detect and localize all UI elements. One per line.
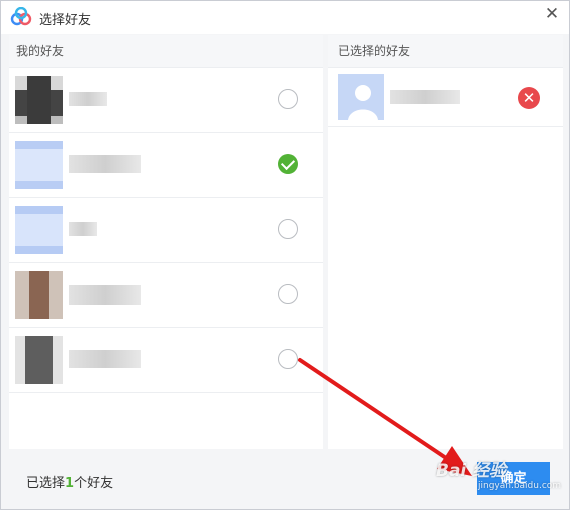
dialog-footer: 已选择1个好友 确定 [1, 451, 569, 509]
default-avatar-icon [338, 74, 384, 120]
count-suffix: 个好友 [74, 476, 114, 491]
title-bar: 选择好友 ✕ [1, 1, 569, 34]
friend-row[interactable] [9, 133, 323, 198]
count-value: 1 [65, 476, 75, 491]
friend-name-redacted [69, 350, 141, 368]
avatar [15, 141, 63, 189]
friend-row[interactable] [9, 263, 323, 328]
dialog-title: 选择好友 [39, 13, 92, 28]
selection-count-text: 已选择1个好友 [26, 472, 113, 491]
avatar [15, 336, 63, 384]
friend-row[interactable] [9, 68, 323, 133]
confirm-button[interactable]: 确定 [477, 462, 550, 495]
friend-name-redacted [390, 90, 460, 104]
selected-friends-panel: 已选择的好友 ✕ [328, 35, 563, 449]
select-radio[interactable] [278, 154, 298, 174]
check-icon [280, 155, 296, 171]
select-radio[interactable] [278, 89, 298, 109]
friend-name-redacted [69, 222, 97, 236]
close-icon: ✕ [544, 4, 560, 24]
selected-friends-header: 已选择的好友 [328, 35, 563, 68]
select-radio[interactable] [278, 284, 298, 304]
remove-icon: ✕ [522, 89, 536, 107]
select-radio[interactable] [278, 349, 298, 369]
friend-name-redacted [69, 285, 141, 305]
friend-name-redacted [69, 92, 107, 106]
count-prefix: 已选择 [26, 476, 66, 491]
select-friends-dialog: 选择好友 ✕ 我的好友 已选择的好友 ✕ 已选择1个好友 确定 [0, 0, 570, 510]
avatar [15, 76, 63, 124]
close-button[interactable]: ✕ [541, 3, 563, 25]
avatar [15, 271, 63, 319]
select-radio[interactable] [278, 219, 298, 239]
friend-row[interactable] [9, 198, 323, 263]
my-friends-header: 我的好友 [9, 35, 323, 68]
friend-name-redacted [69, 155, 141, 173]
avatar [15, 206, 63, 254]
my-friends-panel: 我的好友 [9, 35, 323, 449]
selected-friend-row: ✕ [328, 68, 563, 127]
confirm-label: 确定 [500, 471, 527, 486]
friend-row[interactable] [9, 328, 323, 393]
remove-friend-button[interactable]: ✕ [518, 87, 540, 109]
app-logo-icon [10, 7, 32, 26]
